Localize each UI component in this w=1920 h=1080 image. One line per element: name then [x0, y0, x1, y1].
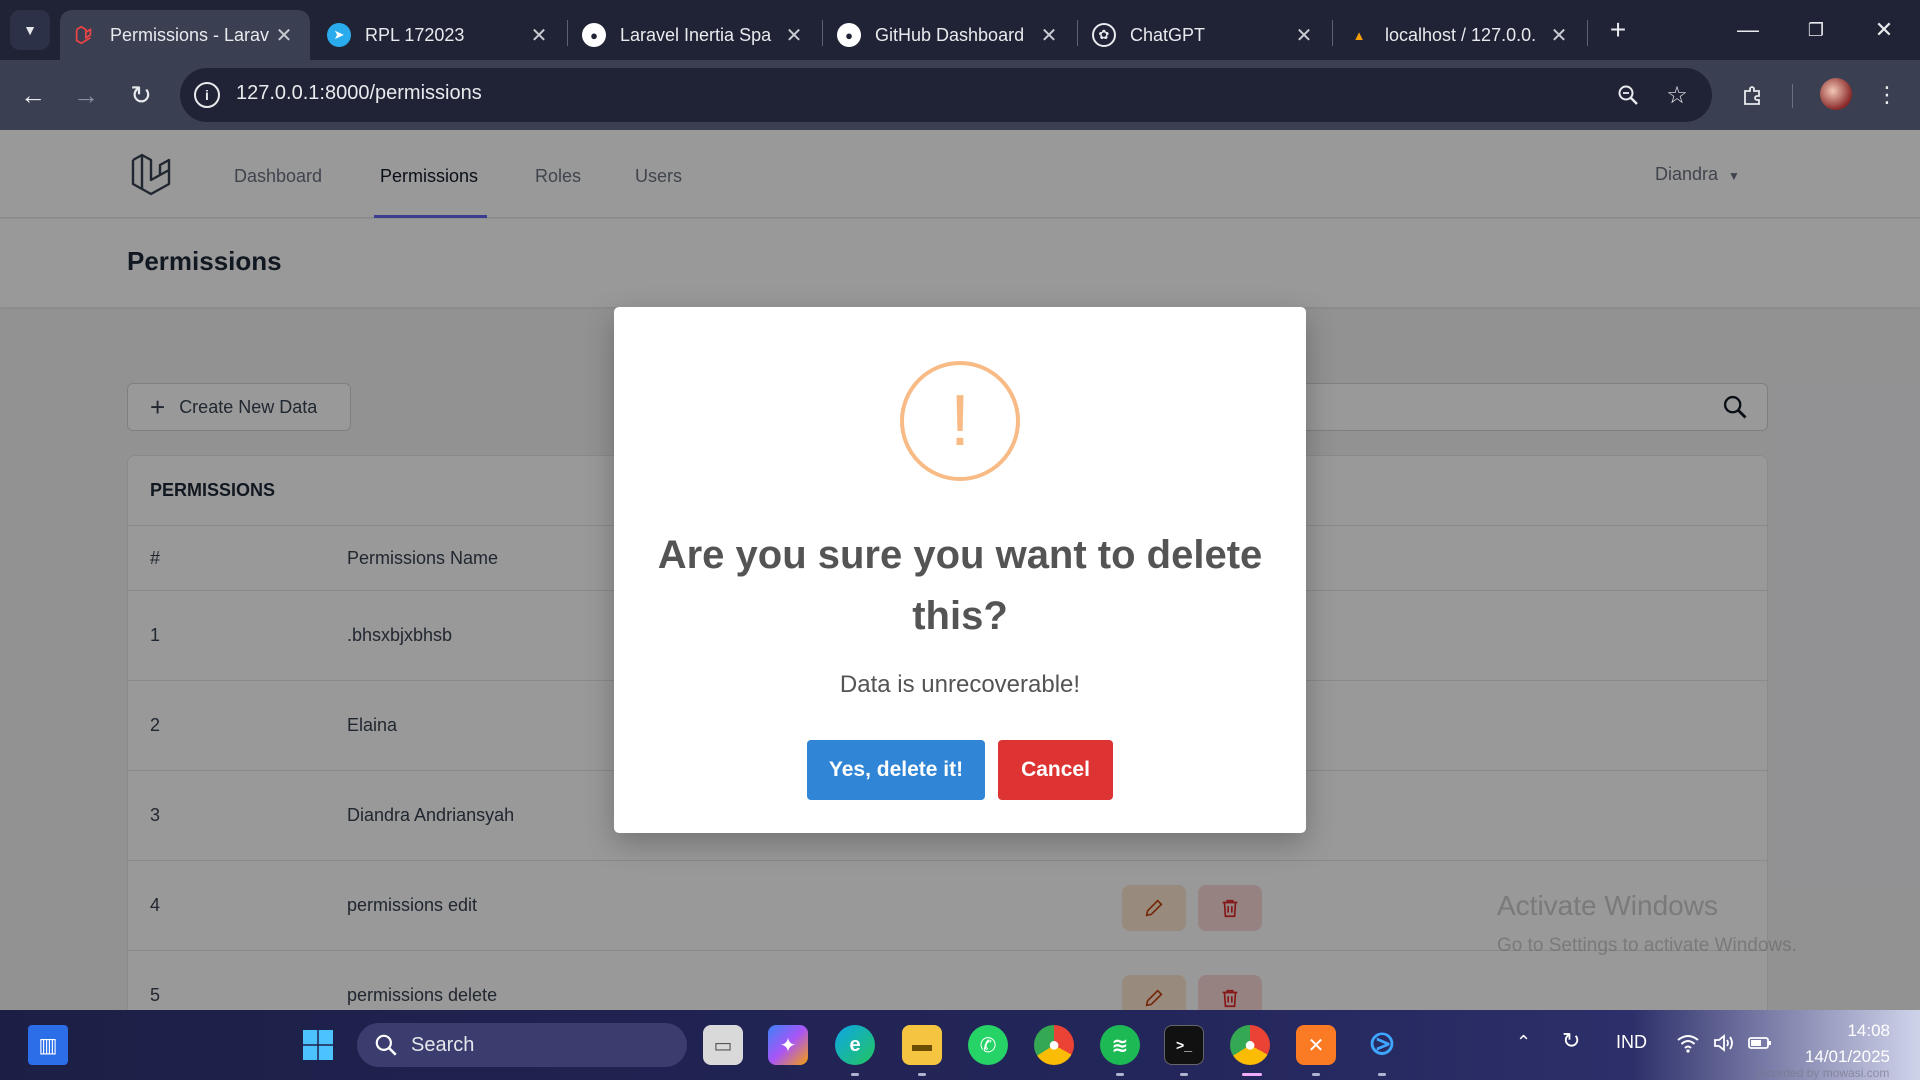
tray-overflow-icon[interactable]: ⌃ [1516, 1032, 1531, 1053]
whatsapp-icon[interactable]: ✆ [968, 1025, 1008, 1065]
tab-rpl[interactable]: ➤ RPL 172023 ✕ [315, 10, 565, 60]
running-indicator [1378, 1073, 1386, 1076]
recording-watermark: recorded by mowasi.com [1756, 1066, 1890, 1080]
running-indicator [851, 1073, 859, 1076]
more-menu-icon[interactable]: ⋮ [1872, 80, 1902, 110]
running-indicator [1116, 1073, 1124, 1076]
tab-title: GitHub Dashboard [875, 24, 1025, 45]
tab-separator [1587, 20, 1588, 46]
tab-title: ChatGPT [1130, 24, 1206, 45]
sync-icon[interactable]: ↻ [1562, 1028, 1580, 1054]
profile-avatar[interactable] [1820, 78, 1852, 110]
tab-title: Permissions - Larav [110, 24, 270, 45]
restore-icon[interactable]: ❐ [1786, 8, 1846, 52]
chrome-icon[interactable]: ● [1034, 1025, 1074, 1065]
zoom-icon[interactable] [1613, 80, 1643, 110]
tab-title: RPL 172023 [365, 24, 465, 45]
forward-icon[interactable]: → [65, 74, 107, 116]
tab-search-button[interactable]: ▼ [10, 10, 50, 50]
address-bar[interactable]: i 127.0.0.1:8000/permissions ☆ [180, 68, 1712, 122]
taskbar-search-label: Search [411, 1033, 475, 1056]
tab-laravel-inertia[interactable]: ● Laravel Inertia Spa ✕ [570, 10, 820, 60]
task-view-icon[interactable]: ▭ [703, 1025, 743, 1065]
close-icon[interactable]: ✕ [527, 23, 551, 48]
edge-icon[interactable]: e [835, 1025, 875, 1065]
clock-time: 14:08 [1847, 1021, 1890, 1040]
running-indicator [1180, 1073, 1188, 1076]
language-indicator[interactable]: IND [1616, 1032, 1647, 1053]
bookmark-star-icon[interactable]: ☆ [1662, 80, 1692, 110]
taskbar-search[interactable]: Search [357, 1023, 687, 1067]
tab-github-dashboard[interactable]: ● GitHub Dashboard ✕ [825, 10, 1075, 60]
telegram-icon: ➤ [327, 23, 351, 47]
spotify-icon[interactable]: ≋ [1100, 1025, 1140, 1065]
tab-separator [567, 20, 568, 46]
tab-separator [1332, 20, 1333, 46]
new-tab-icon[interactable]: + [1598, 10, 1638, 50]
reload-icon[interactable]: ↻ [120, 74, 162, 116]
running-indicator [1312, 1073, 1320, 1076]
toolbar-separator [1792, 84, 1793, 108]
terminal-icon[interactable]: >_ [1164, 1025, 1204, 1065]
file-explorer-icon[interactable]: ▬ [902, 1025, 942, 1065]
github-icon: ● [582, 23, 606, 47]
site-info-icon[interactable]: i [194, 82, 220, 108]
dialog-message: Data is unrecoverable! [839, 671, 1081, 698]
minimize-icon[interactable]: — [1718, 8, 1778, 52]
tab-separator [1077, 20, 1078, 46]
cancel-button[interactable]: Cancel [998, 740, 1113, 800]
copilot-icon[interactable]: ✦ [768, 1025, 808, 1065]
xampp-icon[interactable]: ✕ [1296, 1025, 1336, 1065]
tab-title: Laravel Inertia Spa [620, 24, 772, 45]
tab-title: localhost / 127.0.0. [1385, 24, 1537, 45]
openai-icon: ✿ [1092, 23, 1116, 47]
delete-confirm-dialog: ! Are you sure you want to delete this? … [614, 307, 1306, 833]
close-icon[interactable]: ✕ [1292, 23, 1316, 48]
github-icon: ● [837, 23, 861, 47]
warning-icon: ! [900, 361, 1020, 481]
tab-separator [822, 20, 823, 46]
tab-chatgpt[interactable]: ✿ ChatGPT ✕ [1080, 10, 1330, 60]
close-icon[interactable]: ✕ [272, 23, 296, 48]
close-icon[interactable]: ✕ [1037, 23, 1061, 48]
tab-permissions[interactable]: Permissions - Larav ✕ [60, 10, 310, 60]
browser-toolbar: ← → ↻ i 127.0.0.1:8000/permissions ☆ ⋮ [0, 60, 1920, 130]
dialog-title: Are you sure you want to delete this? [657, 533, 1263, 638]
taskbar-clock[interactable]: 14:08 14/01/2025 [1790, 1018, 1890, 1070]
widgets-icon[interactable]: ▥ [28, 1025, 68, 1065]
volume-icon[interactable] [1712, 1032, 1736, 1059]
extensions-icon[interactable] [1738, 80, 1768, 110]
back-icon[interactable]: ← [12, 74, 54, 116]
windows-start-icon[interactable] [298, 1025, 338, 1065]
chrome-profile-icon[interactable]: ● [1230, 1025, 1270, 1065]
phpmyadmin-icon: ▲ [1352, 27, 1366, 43]
running-indicator [918, 1073, 926, 1076]
wifi-icon[interactable] [1676, 1032, 1700, 1059]
close-icon[interactable]: ✕ [782, 23, 806, 48]
active-app-indicator [1242, 1073, 1262, 1076]
windows-taskbar: ▥ Search ▭ ✦ e ▬ ✆ ● ≋ >_ ● ✕ ⧁ ⌃ ↻ IND … [0, 1010, 1920, 1080]
close-window-icon[interactable]: ✕ [1854, 8, 1914, 52]
battery-icon[interactable] [1747, 1032, 1773, 1059]
tab-phpmyadmin[interactable]: ▲ localhost / 127.0.0. ✕ [1335, 10, 1585, 60]
close-icon[interactable]: ✕ [1547, 23, 1571, 48]
vscode-icon[interactable]: ⧁ [1362, 1025, 1402, 1065]
confirm-delete-button[interactable]: Yes, delete it! [807, 740, 985, 800]
search-icon [373, 1032, 399, 1058]
browser-tab-strip: ▼ Permissions - Larav ✕ ➤ RPL 172023 ✕ ●… [0, 0, 1920, 60]
url-text[interactable]: 127.0.0.1:8000/permissions [236, 82, 482, 105]
laravel-icon [72, 23, 96, 47]
